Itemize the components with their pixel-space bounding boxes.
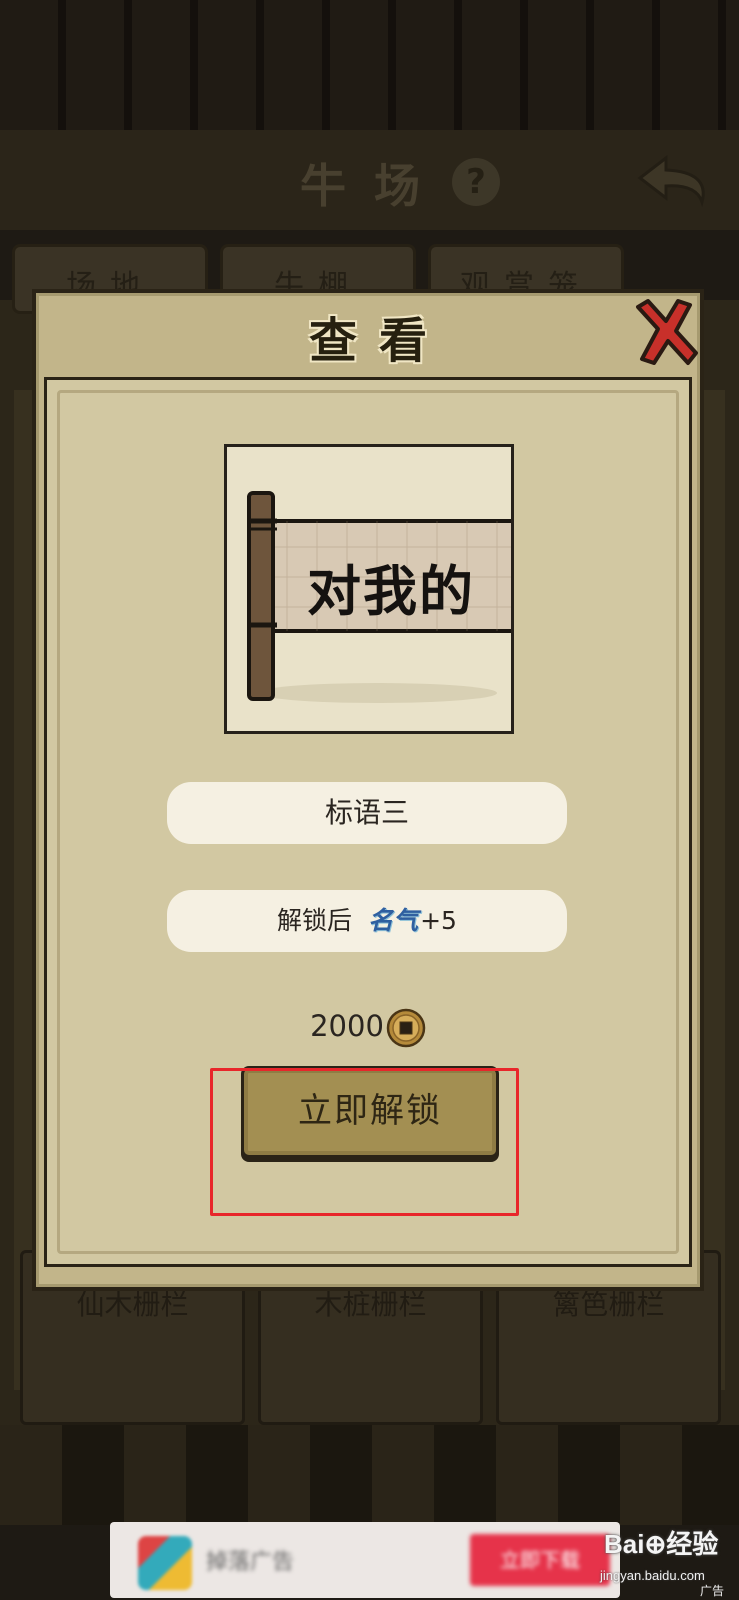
background-post [703, 390, 725, 1390]
price-value: 2000 [310, 1009, 384, 1043]
unlock-bonus: 解锁后 名气+5 [167, 890, 567, 952]
ad-title: 掉落广告 [206, 1550, 295, 1575]
page-title: 牛场 [300, 159, 448, 213]
unlock-price: 2000 [47, 1004, 689, 1048]
bonus-prefix: 解锁后 [277, 906, 353, 935]
question-icon: ? [452, 158, 500, 206]
watermark-site: jingyan.baidu.com [600, 1568, 705, 1583]
ad-label: 广告 [700, 1584, 725, 1598]
annotation-highlight [210, 1068, 519, 1216]
background-floor [0, 1425, 739, 1525]
banner-text: 对我的 [307, 559, 475, 623]
bonus-value: +5 [420, 906, 457, 935]
dialog-title: 查看 [308, 313, 449, 369]
copper-coin-icon [386, 1008, 426, 1048]
background-beams [0, 0, 739, 130]
back-arrow-icon [637, 154, 705, 208]
watermark-brand: Bai⊕经验 [604, 1529, 719, 1559]
item-preview: 对我的 [224, 444, 514, 734]
close-x-icon[interactable] [628, 297, 700, 371]
app-icon [138, 1536, 192, 1590]
ad-banner[interactable]: 掉落广告 立即下载 [110, 1522, 620, 1598]
fame-stat-label: 名气 [368, 906, 419, 935]
ad-download-button[interactable]: 立即下载 [470, 1534, 610, 1586]
item-name: 标语三 [167, 782, 567, 844]
